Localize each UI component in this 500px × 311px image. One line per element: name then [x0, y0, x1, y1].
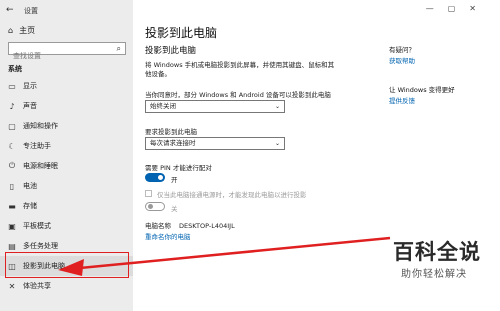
watermark-title: 百科全说	[393, 240, 481, 264]
pin-toggle[interactable]	[145, 173, 165, 182]
battery-icon: ▯	[9, 181, 15, 191]
pc-name-label: 电脑名称	[145, 222, 171, 230]
sidebar-item-focus-assist[interactable]: ☾ 专注助手	[0, 136, 133, 156]
notification-icon: ▢	[8, 121, 16, 131]
watermark-subtitle: 助你轻松解决	[401, 269, 467, 280]
page-title: 投影到此电脑	[145, 26, 218, 40]
sidebar-item-sound[interactable]: ♪ 声音	[0, 96, 133, 116]
highlight-box	[5, 252, 129, 278]
sidebar-item-label: 显示	[23, 82, 37, 90]
sidebar-item-label: 专注助手	[23, 142, 51, 150]
power-icon: ⏻	[8, 161, 16, 170]
sidebar-item-label: 声音	[23, 102, 37, 110]
description-text: 将 Windows 手机或电脑投影到此屏幕，并使用其键盘、鼠标和其他设备。	[145, 61, 335, 78]
plug-label: 仅当此电脑接通电源时，才能发现此电脑以进行投影	[157, 191, 307, 199]
toggle-knob	[148, 204, 153, 209]
home-link[interactable]: ⌂ 主页	[8, 25, 35, 36]
sidebar-item-label: 多任务处理	[23, 242, 58, 250]
sidebar-item-label: 通知和操作	[23, 122, 58, 130]
help-heading: 有疑问？	[389, 46, 415, 54]
improve-heading: 让 Windows 变得更好	[389, 86, 455, 94]
section-label: 系统	[8, 65, 22, 73]
share-icon: ✕	[8, 281, 16, 291]
speaker-icon: ♪	[9, 101, 15, 111]
moon-icon: ☾	[8, 141, 16, 151]
plug-checkbox-icon	[145, 190, 152, 197]
request-dropdown[interactable]: 每次请求连接时 ⌄	[145, 137, 285, 150]
sidebar-item-battery[interactable]: ▯ 电池	[0, 176, 133, 196]
pin-label: 需要 PIN 才能进行配对	[145, 164, 212, 172]
sidebar-item-tablet-mode[interactable]: ▣ 平板模式	[0, 216, 133, 236]
search-box[interactable]: ⌕	[8, 42, 126, 62]
get-help-link[interactable]: 获取帮助	[389, 55, 415, 65]
pin-toggle-state: 开	[171, 176, 178, 184]
sidebar-item-label: 平板模式	[23, 222, 51, 230]
sidebar-item-power-sleep[interactable]: ⏻ 电源和睡眠	[0, 156, 133, 176]
chevron-down-icon: ⌄	[274, 140, 280, 147]
storage-icon: ▬	[8, 201, 16, 211]
pc-name-value: DESKTOP-L404IJL	[179, 222, 235, 230]
section-subtitle: 投影到此电脑	[145, 46, 197, 56]
chevron-down-icon: ⌄	[274, 103, 280, 110]
toggle-knob	[158, 175, 163, 180]
tablet-icon: ▣	[8, 221, 16, 231]
sidebar-item-label: 体验共享	[23, 282, 51, 290]
sidebar-item-label: 电池	[23, 182, 37, 190]
pc-name-row: 电脑名称 DESKTOP-L404IJL	[145, 220, 235, 230]
sidebar-item-notifications[interactable]: ▢ 通知和操作	[0, 116, 133, 136]
request-label: 要求投影到此电脑	[145, 128, 197, 136]
sidebar-item-label: 电源和睡眠	[23, 162, 58, 170]
plug-toggle-state: 关	[171, 205, 178, 213]
back-arrow-icon[interactable]: ←	[6, 5, 14, 15]
search-icon[interactable]: ⌕	[117, 44, 121, 54]
title-bar: ← 设置	[0, 0, 133, 20]
search-input[interactable]	[9, 50, 111, 62]
request-value: 每次请求连接时	[150, 139, 196, 147]
sidebar-item-label: 存储	[23, 202, 37, 210]
home-icon: ⌂	[8, 26, 14, 35]
sidebar-item-display[interactable]: ▭ 显示	[0, 76, 133, 96]
availability-value: 始终关闭	[150, 102, 176, 110]
multitask-icon: ▤	[8, 241, 16, 251]
availability-dropdown[interactable]: 始终关闭 ⌄	[145, 100, 285, 113]
feedback-link[interactable]: 提供反馈	[389, 95, 415, 105]
plug-toggle[interactable]	[145, 202, 165, 211]
monitor-icon: ▭	[8, 81, 16, 91]
home-label: 主页	[19, 26, 36, 35]
sidebar-item-storage[interactable]: ▬ 存储	[0, 196, 133, 216]
sidebar: ← 设置 ⌂ 主页 ⌕ 系统 ▭ 显示 ♪ 声音 ▢ 通知和操作 ☾ 专注助手 ⏻ 电源和…	[0, 0, 133, 311]
window-controls[interactable]: —▢✕	[426, 4, 490, 13]
rename-pc-link[interactable]: 重命名你的电脑	[145, 231, 191, 241]
app-title: 设置	[24, 7, 38, 15]
availability-label: 当你同意时，部分 Windows 和 Android 设备可以投影到此电脑	[145, 91, 331, 99]
sidebar-item-shared-experiences[interactable]: ✕ 体验共享	[0, 276, 133, 296]
